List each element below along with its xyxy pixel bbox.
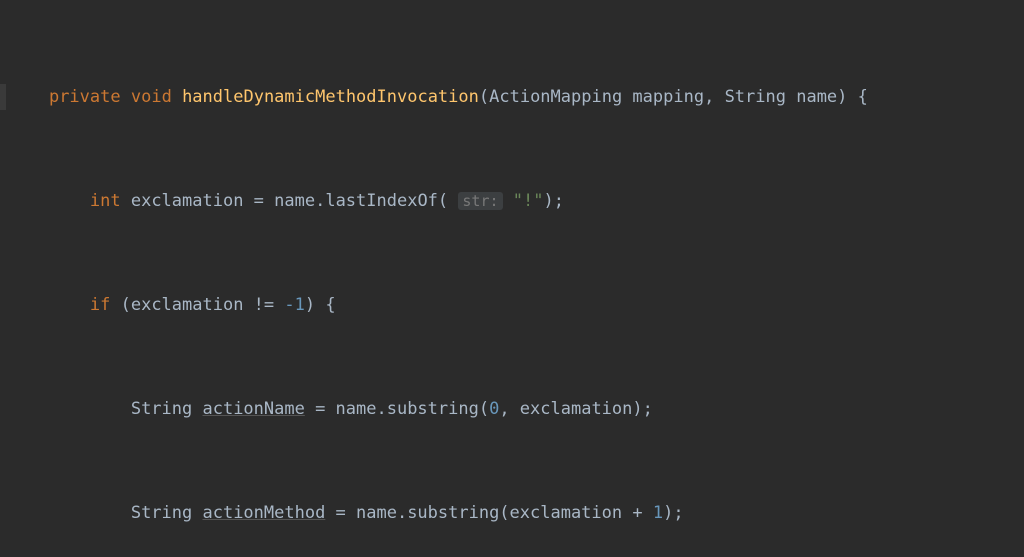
- keyword-private: private: [49, 87, 121, 107]
- code-editor[interactable]: private void handleDynamicMethodInvocati…: [0, 0, 1024, 557]
- code-line: private void handleDynamicMethodInvocati…: [0, 84, 1024, 110]
- code-line: int exclamation = name.lastIndexOf( str:…: [0, 188, 1024, 214]
- inlay-hint: str:: [458, 192, 502, 210]
- code-line: String actionName = name.substring(0, ex…: [0, 396, 1024, 422]
- code-line: if (exclamation != -1) {: [0, 292, 1024, 318]
- method-name: handleDynamicMethodInvocation: [182, 87, 479, 107]
- keyword-void: void: [131, 87, 172, 107]
- code-line: String actionMethod = name.substring(exc…: [0, 500, 1024, 526]
